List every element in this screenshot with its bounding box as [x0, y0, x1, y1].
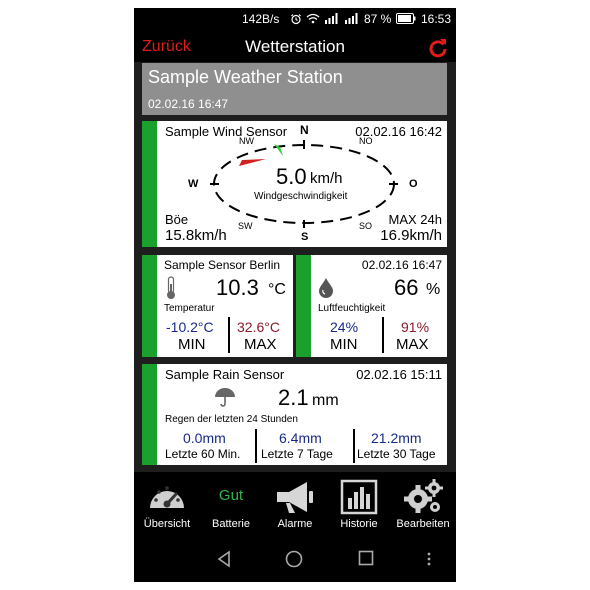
humidity-label: Luftfeuchtigkeit: [318, 303, 386, 314]
nav-overview[interactable]: Übersicht: [136, 474, 198, 536]
station-date: 02.02.16 16:47: [148, 97, 229, 111]
clock: 16:53: [421, 12, 452, 26]
status-stripe: [142, 121, 157, 247]
umbrella-icon: [215, 388, 235, 407]
battery-status: Gut: [218, 487, 244, 504]
humidity-timestamp: 02.02.16 16:47: [361, 258, 442, 272]
status-bar: 142B/s 87 % 16:53: [134, 8, 456, 30]
wind-speed-value: 5.0: [276, 164, 307, 189]
temp-min-value: -10.2°C: [166, 319, 214, 335]
more-vert-icon[interactable]: [426, 550, 432, 568]
divider: [353, 429, 355, 463]
humidity-max-value: 91%: [401, 319, 430, 335]
humidity-min-value: 24%: [330, 319, 359, 335]
rain-7days-label: Letzte 7 Tage: [261, 447, 333, 461]
compass-nw: NW: [239, 136, 254, 146]
max24h-label: MAX 24h: [388, 212, 442, 227]
divider: [255, 429, 257, 463]
gust-label: Böe: [165, 212, 189, 227]
compass-s: S: [301, 231, 309, 243]
nav-edit-label: Bearbeiten: [396, 518, 450, 530]
recents-square-icon[interactable]: [358, 550, 374, 566]
humidity-card[interactable]: 02.02.16 16:47 66 % Luftfeuchtigkeit 24%…: [296, 255, 447, 357]
station-header: Sample Weather Station 02.02.16 16:47: [142, 63, 447, 115]
compass-e: O: [409, 178, 418, 190]
station-name: Sample Weather Station: [148, 67, 343, 87]
wifi-icon: [306, 13, 320, 24]
temperature-card[interactable]: Sample Sensor Berlin 10.3 °C Temperatur …: [142, 255, 293, 357]
humidity-value: 66: [394, 275, 419, 300]
battery-percent: 87 %: [364, 12, 392, 26]
battery-icon: [396, 13, 416, 24]
divider: [228, 317, 230, 353]
gears-icon: [404, 479, 443, 513]
app-header: Zurück Wetterstation: [134, 32, 456, 62]
wind-direction-needle: [239, 159, 266, 166]
temp-unit: °C: [268, 281, 286, 298]
megaphone-icon: [277, 482, 313, 513]
divider: [382, 317, 384, 353]
rain-sensor-card[interactable]: Sample Rain Sensor 02.02.16 15:11 2.1 mm…: [142, 364, 447, 465]
home-circle-icon[interactable]: [285, 550, 303, 568]
alarm-clock-icon: [291, 14, 301, 25]
max24h-value: 16.9km/h: [380, 227, 442, 244]
rain-unit: mm: [312, 392, 339, 409]
thermometer-icon: [167, 276, 175, 299]
temp-sensor-name: Sample Sensor Berlin: [164, 258, 281, 272]
humidity-min-label: MIN: [330, 336, 358, 353]
page-title: Wetterstation: [245, 37, 345, 56]
rain-value: 2.1: [278, 385, 309, 410]
rain-label: Regen der letzten 24 Stunden: [165, 414, 298, 425]
back-triangle-icon[interactable]: [216, 550, 232, 568]
nav-alarms-label: Alarme: [277, 518, 313, 530]
water-drop-icon: [319, 278, 333, 298]
wind-sensor-card[interactable]: Sample Wind Sensor 02.02.16 16:42 N NO O…: [142, 121, 447, 247]
nav-battery[interactable]: Gut Batterie: [200, 474, 262, 536]
network-speed: 142B/s: [242, 12, 280, 26]
status-stripe: [296, 255, 311, 357]
humidity-max-label: MAX: [396, 336, 429, 353]
compass-se: SO: [359, 221, 373, 231]
sensor-list[interactable]: Sample Weather Station 02.02.16 16:47 Sa…: [134, 62, 456, 472]
gust-value: 15.8km/h: [165, 227, 227, 244]
rain-60min-value: 0.0mm: [183, 430, 226, 446]
bar-chart-icon: [340, 479, 378, 515]
nav-edit[interactable]: Bearbeiten: [392, 474, 454, 536]
compass-ne: NO: [359, 136, 373, 146]
nav-history[interactable]: Historie: [328, 474, 390, 536]
temp-min-label: MIN: [178, 336, 206, 353]
temp-label: Temperatur: [164, 303, 215, 314]
gauge-icon: [150, 486, 184, 508]
compass-sw: SW: [238, 221, 253, 231]
nav-history-label: Historie: [340, 518, 378, 530]
rain-sensor-name: Sample Rain Sensor: [165, 367, 285, 382]
bottom-navigation: Übersicht Gut Batterie Alarme Historie B…: [134, 474, 456, 536]
compass-n: N: [300, 123, 309, 137]
humidity-unit: %: [426, 281, 441, 298]
temp-max-value: 32.6°C: [237, 319, 280, 335]
system-navigation-bar: [134, 538, 456, 582]
wind-speed-unit: km/h: [310, 170, 343, 187]
refresh-icon[interactable]: [428, 38, 448, 58]
rain-7days-value: 6.4mm: [279, 430, 322, 446]
compass-w: W: [188, 178, 199, 190]
wind-speed-label: Windgeschwindigkeit: [254, 191, 348, 202]
phone-screen: 142B/s 87 % 16:53 Zurück Wetterstation S…: [134, 8, 456, 582]
rain-timestamp: 02.02.16 15:11: [356, 367, 442, 382]
nav-battery-label: Batterie: [212, 518, 250, 530]
temp-max-label: MAX: [244, 336, 277, 353]
temp-value: 10.3: [216, 275, 259, 300]
rain-30days-label: Letzte 30 Tage: [357, 447, 436, 461]
nav-overview-label: Übersicht: [143, 518, 191, 530]
nav-alarms[interactable]: Alarme: [264, 474, 326, 536]
status-stripe: [142, 364, 157, 465]
status-stripe: [142, 255, 157, 357]
signal-icon-1: [325, 13, 338, 24]
signal-icon-2: [345, 13, 358, 24]
rain-30days-value: 21.2mm: [371, 430, 422, 446]
rain-60min-label: Letzte 60 Min.: [165, 447, 241, 461]
